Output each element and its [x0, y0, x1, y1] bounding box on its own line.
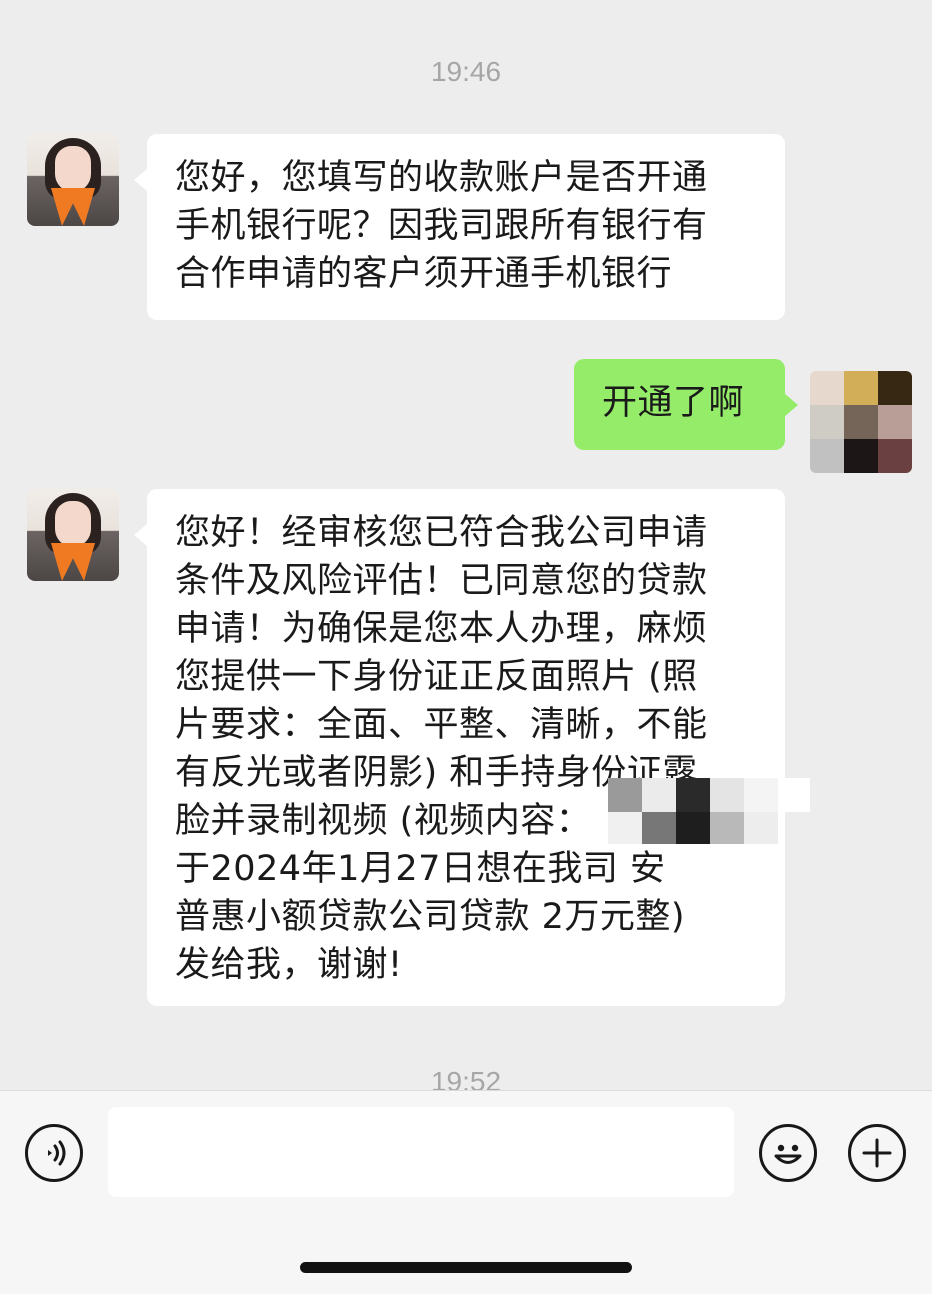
- home-indicator[interactable]: [300, 1262, 632, 1273]
- message-timestamp: 19:46: [430, 56, 502, 87]
- message-text-line: 您好！经审核您已符合我公司申请: [175, 513, 708, 553]
- message-bubble-sent[interactable]: 开通了啊: [574, 359, 798, 450]
- message-bubble-received[interactable]: 您好！经审核您已符合我公司申请 条件及风险评估！已同意您的贷款 申请！为确保是您…: [134, 489, 785, 1006]
- message-text-line: 手机银行呢？因我司跟所有银行有: [175, 206, 708, 246]
- contact-avatar[interactable]: [27, 134, 119, 226]
- contact-avatar[interactable]: [27, 489, 119, 581]
- message-bubble-received[interactable]: 您好，您填写的收款账户是否开通 手机银行呢？因我司跟所有银行有 合作申请的客户须…: [134, 134, 785, 320]
- voice-input-icon[interactable]: [25, 1124, 83, 1182]
- my-avatar[interactable]: [810, 371, 912, 473]
- message-text-line: 您提供一下身份证正反面照片 (照: [175, 657, 698, 697]
- message-text-line: 申请！为确保是您本人办理，麻烦: [175, 609, 708, 649]
- message-text-line: 您好，您填写的收款账户是否开通: [175, 158, 708, 198]
- message-text-line: 片要求：全面、平整、清晰，不能: [175, 705, 708, 745]
- message-text-line: 于2024年1月27日想在我司 安: [175, 849, 666, 889]
- message-text-line: 合作申请的客户须开通手机银行: [175, 254, 673, 294]
- message-text-line: 开通了啊: [602, 383, 745, 423]
- message-text-line: 普惠小额贷款公司贷款 2万元整): [175, 897, 686, 937]
- message-text-line: 条件及风险评估！已同意您的贷款: [175, 561, 708, 601]
- plus-icon[interactable]: [848, 1124, 906, 1182]
- emoji-icon[interactable]: [759, 1124, 817, 1182]
- message-text-line: 发给我，谢谢!: [175, 945, 403, 985]
- message-input[interactable]: [108, 1107, 734, 1197]
